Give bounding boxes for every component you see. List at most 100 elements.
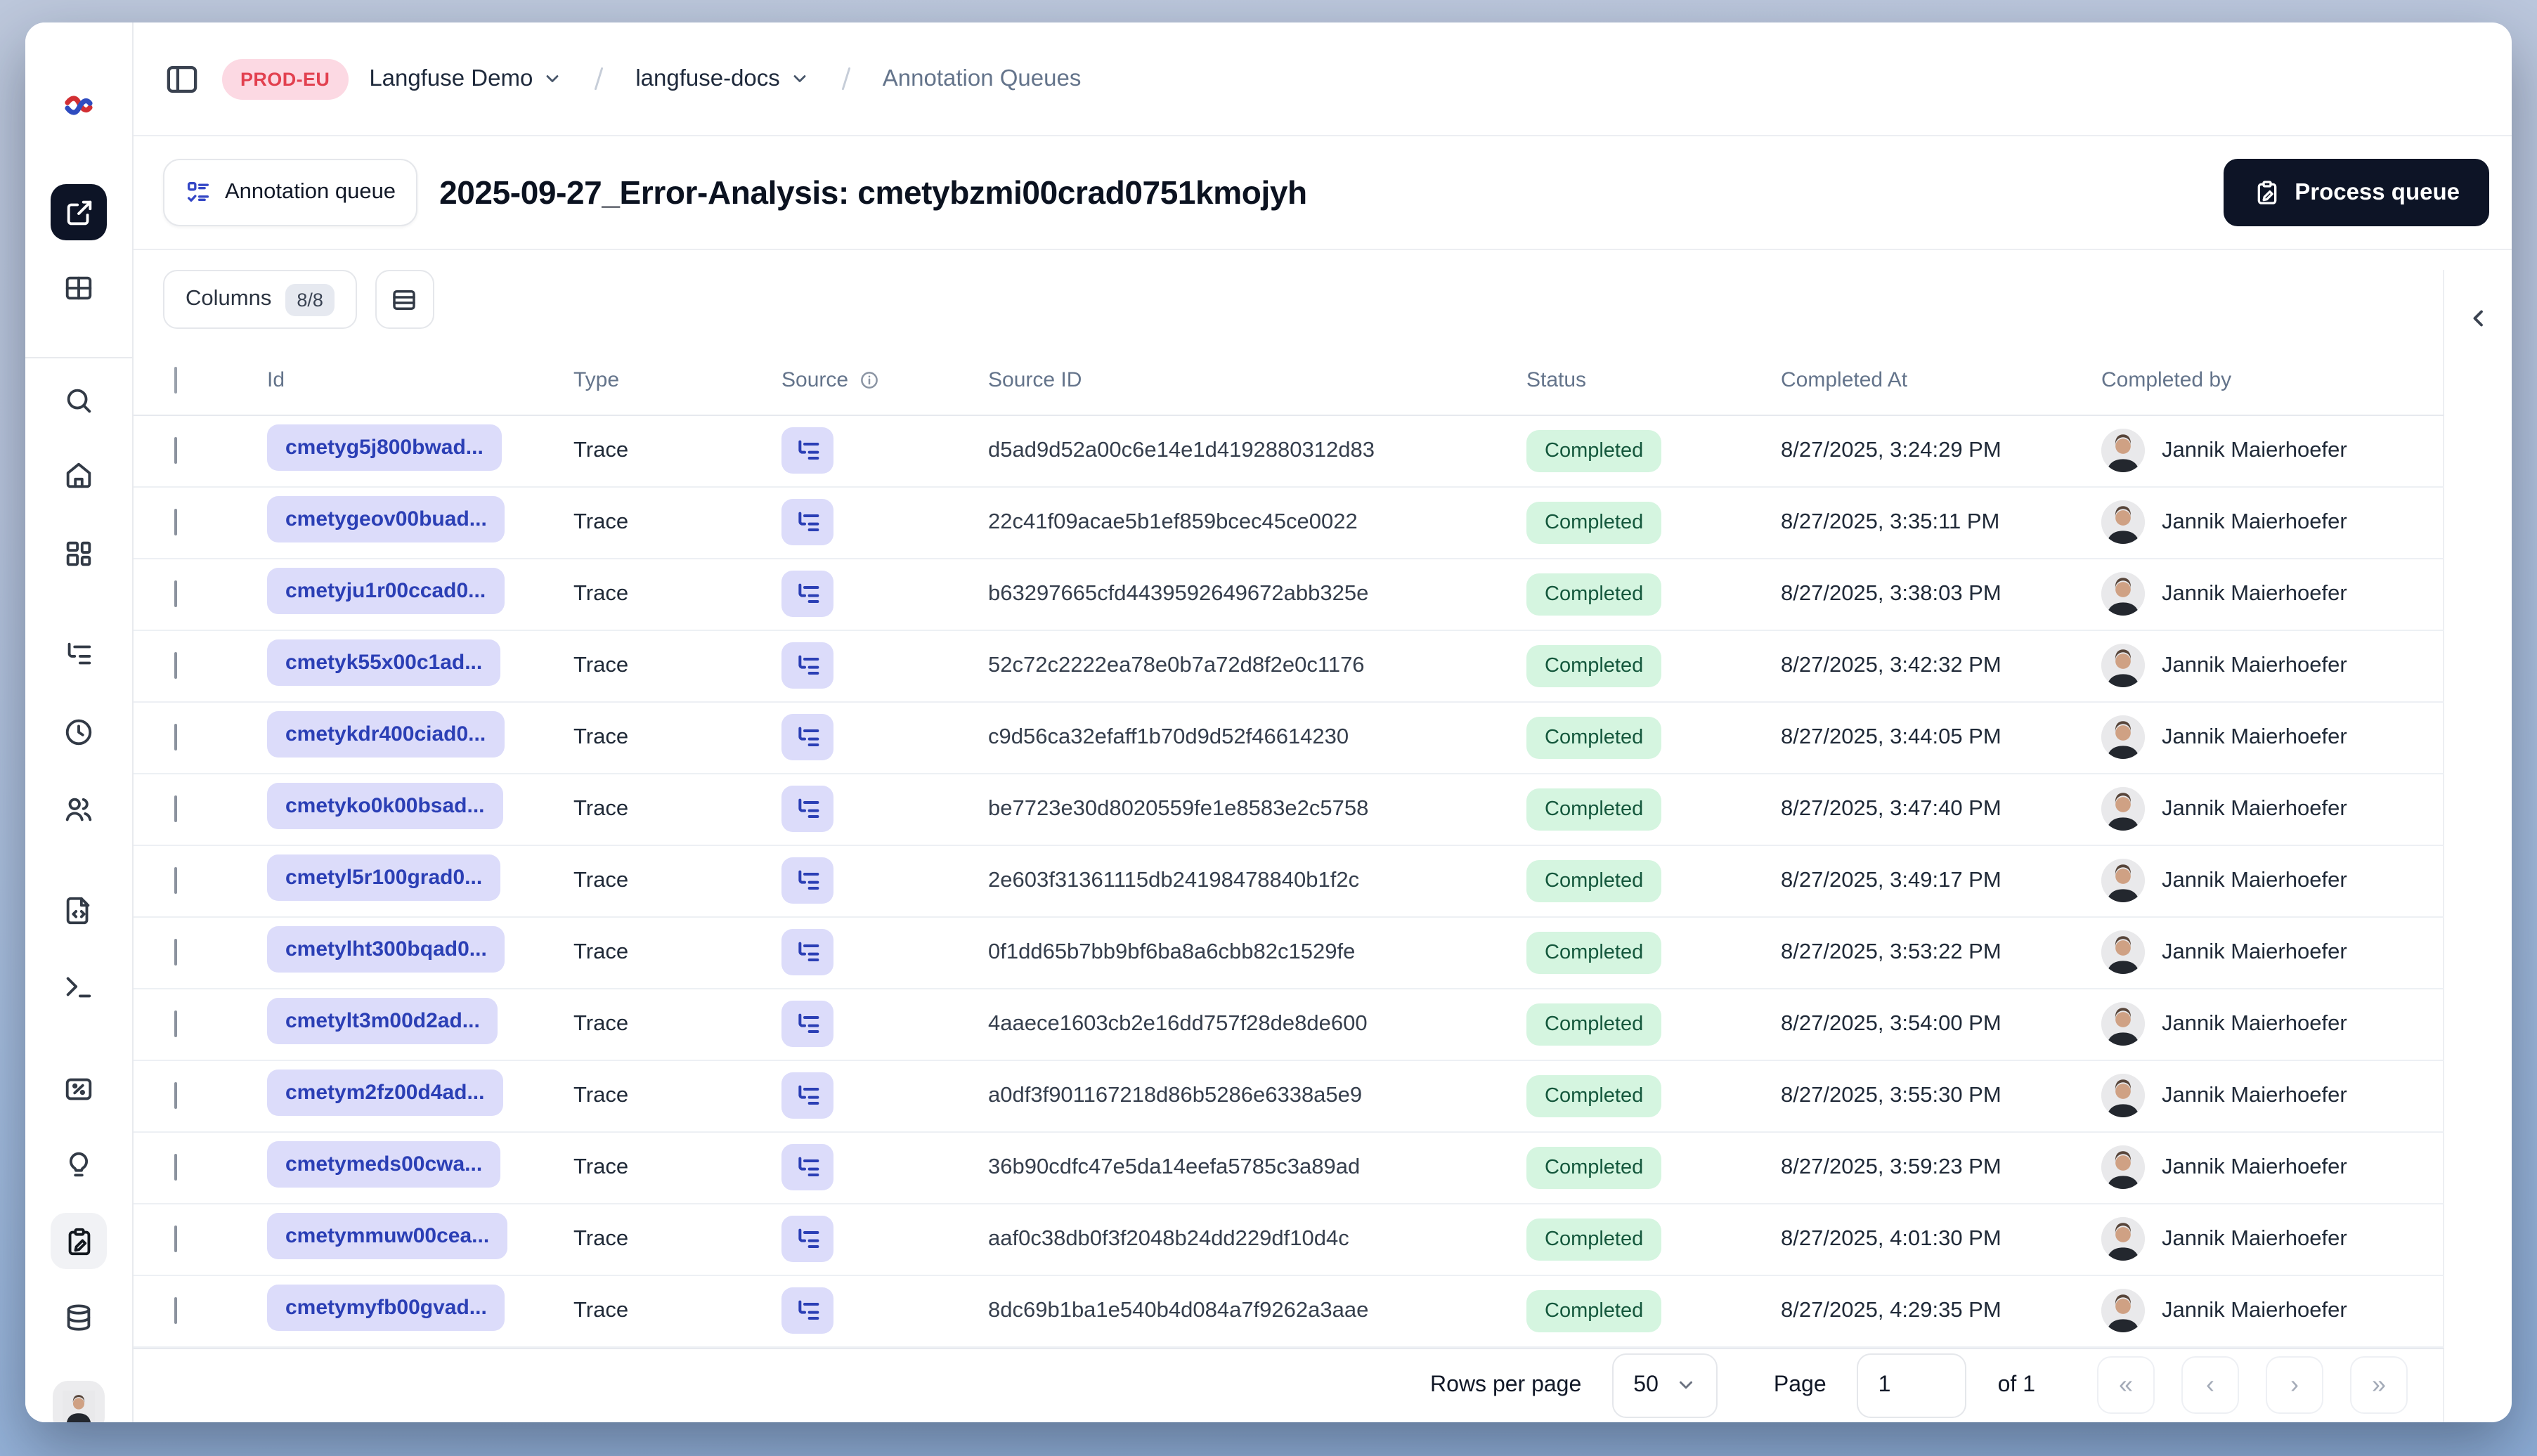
panel-toggle-button[interactable] <box>163 60 201 98</box>
next-page-button[interactable]: › <box>2266 1356 2323 1415</box>
item-id-link[interactable]: cmetyl5r100grad0... <box>267 854 501 901</box>
source-trace-button[interactable] <box>781 1216 833 1263</box>
row-checkbox[interactable] <box>174 651 177 679</box>
chevron-left-icon <box>2472 309 2482 326</box>
row-checkbox[interactable] <box>174 866 177 894</box>
item-id-link[interactable]: cmetyk55x00c1ad... <box>267 639 501 686</box>
row-checkbox[interactable] <box>174 580 177 607</box>
row-checkbox[interactable] <box>174 1153 177 1181</box>
user-avatar[interactable] <box>53 1381 105 1422</box>
rows-per-page-select[interactable]: 50 <box>1612 1353 1718 1418</box>
list-tree-icon <box>798 870 819 890</box>
sidebar-item-tracing[interactable] <box>63 639 95 671</box>
column-header-type[interactable]: Type <box>573 368 781 392</box>
table-row[interactable]: cmetykdr400ciad0... Trace c9d56ca32efaff… <box>132 703 2444 774</box>
sidebar-item-scores[interactable] <box>63 1073 95 1105</box>
table-row[interactable]: cmetylht300bqad0... Trace 0f1dd65b7bb9bf… <box>132 918 2444 989</box>
source-id: 22c41f09acae5b1ef859bcec45ce0022 <box>988 509 1358 534</box>
last-page-button[interactable]: » <box>2350 1356 2408 1415</box>
column-header-id[interactable]: Id <box>267 368 573 392</box>
row-checkbox[interactable] <box>174 1225 177 1252</box>
source-trace-button[interactable] <box>781 857 833 904</box>
item-id-link[interactable]: cmetyju1r00ccad0... <box>267 567 505 614</box>
table-row[interactable]: cmetymmuw00cea... Trace aaf0c38db0f3f204… <box>132 1204 2444 1276</box>
columns-button[interactable]: Columns 8/8 <box>163 270 357 329</box>
item-id-link[interactable]: cmetym2fz00d4ad... <box>267 1069 503 1116</box>
chevron-down-icon <box>793 75 806 82</box>
table-row[interactable]: cmetym2fz00d4ad... Trace a0df3f901167218… <box>132 1061 2444 1133</box>
row-checkbox[interactable] <box>174 723 177 750</box>
first-page-button[interactable]: « <box>2097 1356 2155 1415</box>
item-id-link[interactable]: cmetyg5j800bwad... <box>267 424 502 471</box>
completed-at: 8/27/2025, 4:29:35 PM <box>1781 1298 2001 1322</box>
column-header-status[interactable]: Status <box>1526 368 1781 392</box>
column-header-source-id[interactable]: Source ID <box>988 368 1526 392</box>
process-queue-button[interactable]: Process queue <box>2223 159 2489 226</box>
sidebar-item-playground[interactable] <box>63 970 95 1003</box>
item-id-link[interactable]: cmetylht300bqad0... <box>267 925 505 973</box>
collapse-panel-button[interactable] <box>2455 295 2500 340</box>
table-row[interactable]: cmetygeov00buad... Trace 22c41f09acae5b1… <box>132 488 2444 559</box>
item-id-link[interactable]: cmetykdr400ciad0... <box>267 710 505 758</box>
chevron-down-icon <box>1679 1382 1692 1390</box>
row-checkbox[interactable] <box>174 436 177 464</box>
item-id-link[interactable]: cmetygeov00buad... <box>267 495 505 542</box>
sidebar-item-sessions[interactable] <box>63 716 95 748</box>
select-all-checkbox[interactable] <box>174 366 177 394</box>
table-header-row: Id Type Source Source ID Status Complete… <box>132 346 2444 416</box>
status-badge: Completed <box>1526 859 1662 902</box>
table-row[interactable]: cmetymeds00cwa... Trace 36b90cdfc47e5da1… <box>132 1133 2444 1204</box>
item-id-link[interactable]: cmetymyfb00gvad... <box>267 1284 505 1331</box>
source-trace-button[interactable] <box>781 1001 833 1048</box>
sidebar-item-datasets[interactable] <box>63 1302 95 1334</box>
row-checkbox[interactable] <box>174 508 177 535</box>
source-trace-button[interactable] <box>781 427 833 474</box>
source-trace-button[interactable] <box>781 642 833 689</box>
completed-at: 8/27/2025, 3:42:32 PM <box>1781 653 2001 677</box>
sidebar-item-evaluators[interactable] <box>63 1149 95 1181</box>
table-row[interactable]: cmetymyfb00gvad... Trace 8dc69b1ba1e540b… <box>132 1276 2444 1348</box>
source-trace-button[interactable] <box>781 1144 833 1191</box>
source-trace-button[interactable] <box>781 714 833 761</box>
table-row[interactable]: cmetyk55x00c1ad... Trace 52c72c2222ea78e… <box>132 631 2444 703</box>
row-height-button[interactable] <box>375 270 434 329</box>
sidebar-item-home[interactable] <box>63 459 95 491</box>
table-view-button[interactable] <box>63 272 95 304</box>
row-checkbox[interactable] <box>174 1010 177 1037</box>
previous-page-button[interactable]: ‹ <box>2181 1356 2239 1415</box>
source-trace-button[interactable] <box>781 929 833 976</box>
table-row[interactable]: cmetyg5j800bwad... Trace d5ad9d52a00c6e1… <box>132 416 2444 488</box>
source-trace-button[interactable] <box>781 1287 833 1334</box>
item-id-link[interactable]: cmetymeds00cwa... <box>267 1140 501 1188</box>
completed-by-name: Jannik Maierhoefer <box>2162 724 2347 749</box>
source-trace-button[interactable] <box>781 786 833 833</box>
column-header-completed-at[interactable]: Completed At <box>1781 368 2101 392</box>
row-checkbox[interactable] <box>174 938 177 966</box>
table-row[interactable]: cmetylt3m00d2ad... Trace 4aaece1603cb2e1… <box>132 989 2444 1061</box>
status-badge: Completed <box>1526 573 1662 616</box>
sidebar-item-annotation-queues[interactable] <box>51 1213 107 1269</box>
sidebar-item-search[interactable] <box>63 384 95 417</box>
item-id-link[interactable]: cmetylt3m00d2ad... <box>267 997 498 1044</box>
table-row[interactable]: cmetyl5r100grad0... Trace 2e603f31361115… <box>132 846 2444 918</box>
project-switcher[interactable]: langfuse-docs <box>635 65 809 92</box>
row-checkbox[interactable] <box>174 1081 177 1109</box>
page-number-input[interactable]: 1 <box>1857 1353 1967 1418</box>
source-trace-button[interactable] <box>781 571 833 618</box>
sidebar-item-dashboards[interactable] <box>63 538 95 570</box>
table-row[interactable]: cmetyko0k00bsad... Trace be7723e30d80205… <box>132 774 2444 846</box>
column-header-source[interactable]: Source <box>781 368 988 392</box>
row-checkbox[interactable] <box>174 1296 177 1324</box>
row-checkbox[interactable] <box>174 795 177 822</box>
open-external-button[interactable] <box>51 184 107 240</box>
source-trace-button[interactable] <box>781 1072 833 1119</box>
column-header-completed-by[interactable]: Completed by <box>2101 368 2444 392</box>
table-row[interactable]: cmetyju1r00ccad0... Trace b63297665cfd44… <box>132 559 2444 631</box>
sidebar <box>25 22 134 1422</box>
item-id-link[interactable]: cmetymmuw00cea... <box>267 1212 508 1259</box>
sidebar-item-prompts[interactable] <box>63 895 95 927</box>
item-id-link[interactable]: cmetyko0k00bsad... <box>267 782 503 829</box>
source-trace-button[interactable] <box>781 499 833 546</box>
sidebar-item-users[interactable] <box>63 793 95 826</box>
org-switcher[interactable]: Langfuse Demo <box>369 65 562 92</box>
